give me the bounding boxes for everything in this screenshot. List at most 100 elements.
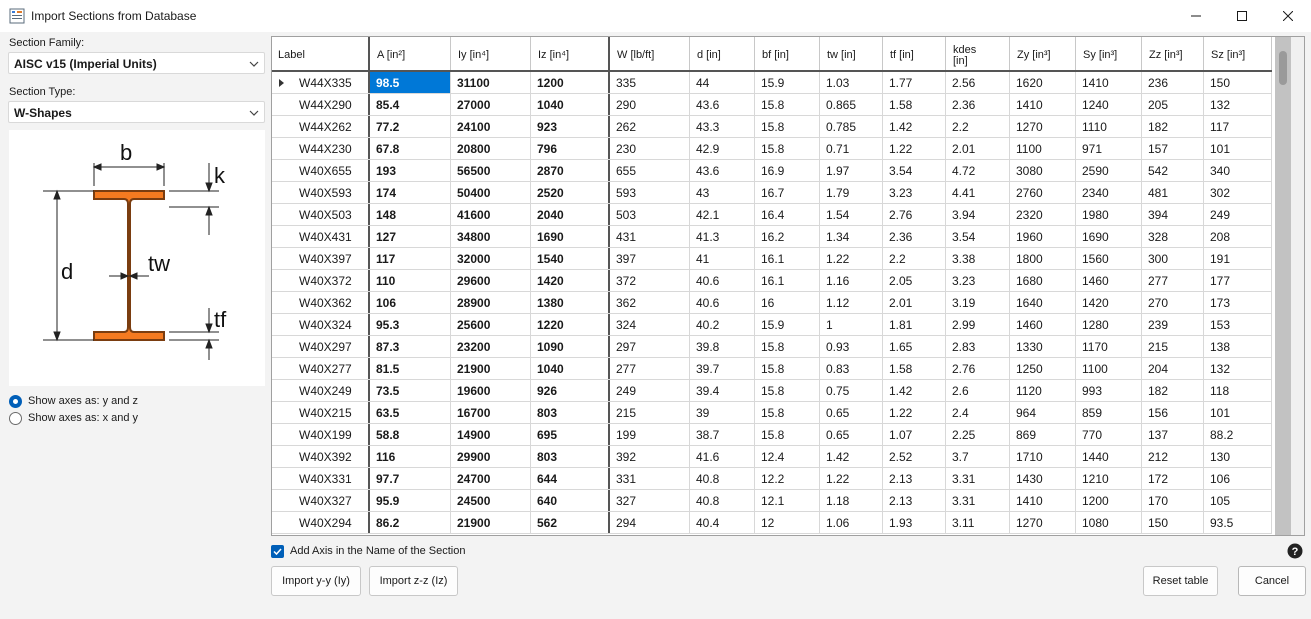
table-cell[interactable]: 249 — [610, 380, 690, 401]
table-cell-label[interactable]: W40X277 — [272, 358, 370, 379]
table-cell[interactable]: 300 — [1142, 248, 1204, 269]
table-body[interactable]: W44X335 98.5 31100 1200 335 44 15.9 1.03 1.77 2.5… — [272, 72, 1272, 534]
table-cell[interactable]: 2.05 — [883, 270, 946, 291]
table-cell[interactable]: 1680 — [1010, 270, 1076, 291]
table-cell[interactable]: 1.81 — [883, 314, 946, 335]
axes-option-yz[interactable]: Show axes as: y and z — [9, 393, 138, 409]
table-cell[interactable]: 29900 — [451, 446, 531, 467]
table-cell[interactable]: 15.8 — [755, 358, 820, 379]
table-cell[interactable]: 42.9 — [690, 138, 755, 159]
minimize-button[interactable] — [1173, 0, 1219, 32]
table-cell[interactable]: 43.6 — [690, 94, 755, 115]
table-cell[interactable]: 1.58 — [883, 94, 946, 115]
table-cell[interactable]: 2.13 — [883, 490, 946, 511]
table-cell[interactable]: 1.22 — [820, 468, 883, 489]
table-row[interactable]: W40X392 116 29900 803 392 41.6 12.4 1.42 2.52 3.7… — [272, 446, 1272, 468]
table-cell[interactable]: 148 — [370, 204, 451, 225]
table-cell[interactable]: 12 — [755, 512, 820, 533]
table-cell[interactable]: 63.5 — [370, 402, 451, 423]
table-cell[interactable]: 32000 — [451, 248, 531, 269]
table-cell[interactable]: 1690 — [531, 226, 610, 247]
import-yy-button[interactable]: Import y-y (Iy) — [271, 566, 361, 596]
table-cell[interactable]: 40.2 — [690, 314, 755, 335]
table-cell[interactable]: 212 — [1142, 446, 1204, 467]
table-cell-label[interactable]: W40X324 — [272, 314, 370, 335]
table-cell[interactable]: 118 — [1204, 380, 1272, 401]
table-cell[interactable]: 15.9 — [755, 72, 820, 93]
table-cell[interactable]: 1440 — [1076, 446, 1142, 467]
table-cell[interactable]: 2.36 — [883, 226, 946, 247]
table-cell[interactable]: 1200 — [1076, 490, 1142, 511]
table-cell[interactable]: 1.93 — [883, 512, 946, 533]
table-cell[interactable]: 431 — [610, 226, 690, 247]
axes-option-xy[interactable]: Show axes as: x and y — [9, 410, 138, 426]
table-cell[interactable]: 93.5 — [1204, 512, 1272, 533]
table-cell[interactable]: 1.22 — [820, 248, 883, 269]
table-row[interactable]: W40X297 87.3 23200 1090 297 39.8 15.8 0.93 1.65 2… — [272, 336, 1272, 358]
table-cell[interactable]: 1.06 — [820, 512, 883, 533]
table-cell[interactable]: 1200 — [531, 72, 610, 93]
table-cell[interactable]: 215 — [610, 402, 690, 423]
table-cell-label[interactable]: W44X290 — [272, 94, 370, 115]
table-row[interactable]: W40X249 73.5 19600 926 249 39.4 15.8 0.75 1.42 2.… — [272, 380, 1272, 402]
table-cell[interactable]: 277 — [610, 358, 690, 379]
table-cell[interactable]: 324 — [610, 314, 690, 335]
table-cell-label[interactable]: W40X331 — [272, 468, 370, 489]
column-header[interactable]: Zz [in³] — [1142, 37, 1204, 70]
table-cell[interactable]: 16.4 — [755, 204, 820, 225]
table-cell[interactable]: 803 — [531, 446, 610, 467]
table-row[interactable]: W40X593 174 50400 2520 593 43 16.7 1.79 3.23 4.41… — [272, 182, 1272, 204]
table-cell[interactable]: 15.9 — [755, 314, 820, 335]
table-cell[interactable]: 56500 — [451, 160, 531, 181]
table-cell[interactable]: 1.42 — [883, 380, 946, 401]
table-row[interactable]: W40X199 58.8 14900 695 199 38.7 15.8 0.65 1.07 2.… — [272, 424, 1272, 446]
table-cell[interactable]: 770 — [1076, 424, 1142, 445]
table-cell[interactable]: 20800 — [451, 138, 531, 159]
import-zz-button[interactable]: Import z-z (Iz) — [369, 566, 458, 596]
table-cell[interactable]: 31100 — [451, 72, 531, 93]
table-cell-label[interactable]: W40X397 — [272, 248, 370, 269]
table-cell[interactable]: 249 — [1204, 204, 1272, 225]
table-cell[interactable]: 1270 — [1010, 116, 1076, 137]
column-header[interactable]: bf [in] — [755, 37, 820, 70]
table-cell[interactable]: 1.97 — [820, 160, 883, 181]
table-cell-label[interactable]: W40X655 — [272, 160, 370, 181]
table-cell[interactable]: 24700 — [451, 468, 531, 489]
table-cell[interactable]: 1.77 — [883, 72, 946, 93]
table-cell[interactable]: 1270 — [1010, 512, 1076, 533]
table-cell[interactable]: 503 — [610, 204, 690, 225]
table-cell[interactable]: 331 — [610, 468, 690, 489]
table-cell[interactable]: 12.1 — [755, 490, 820, 511]
table-row[interactable]: W40X277 81.5 21900 1040 277 39.7 15.8 0.83 1.58 2… — [272, 358, 1272, 380]
table-cell[interactable]: 1.79 — [820, 182, 883, 203]
table-cell[interactable]: 137 — [1142, 424, 1204, 445]
table-cell[interactable]: 2320 — [1010, 204, 1076, 225]
table-cell[interactable]: 1410 — [1010, 490, 1076, 511]
table-cell-label[interactable]: W44X335 — [272, 72, 370, 93]
reset-table-button[interactable]: Reset table — [1143, 566, 1218, 596]
table-cell[interactable]: 16.1 — [755, 270, 820, 291]
close-button[interactable] — [1265, 0, 1311, 32]
table-cell[interactable]: 3.7 — [946, 446, 1010, 467]
column-header[interactable]: Zy [in³] — [1010, 37, 1076, 70]
table-row[interactable]: W40X327 95.9 24500 640 327 40.8 12.1 1.18 2.13 3.… — [272, 490, 1272, 512]
table-cell[interactable]: 2.36 — [946, 94, 1010, 115]
table-cell[interactable]: 132 — [1204, 94, 1272, 115]
table-cell[interactable]: 14900 — [451, 424, 531, 445]
table-cell-label[interactable]: W40X294 — [272, 512, 370, 533]
table-cell[interactable]: 98.5 — [370, 72, 451, 93]
table-cell[interactable]: 230 — [610, 138, 690, 159]
table-cell[interactable]: 86.2 — [370, 512, 451, 533]
table-cell[interactable]: 397 — [610, 248, 690, 269]
table-cell[interactable]: 0.65 — [820, 402, 883, 423]
table-cell[interactable]: 869 — [1010, 424, 1076, 445]
table-cell-label[interactable]: W40X297 — [272, 336, 370, 357]
table-cell[interactable]: 262 — [610, 116, 690, 137]
table-row[interactable]: W40X294 86.2 21900 562 294 40.4 12 1.06 1.93 3.11… — [272, 512, 1272, 534]
table-cell[interactable]: 3.94 — [946, 204, 1010, 225]
table-cell[interactable]: 1040 — [531, 94, 610, 115]
table-cell[interactable]: 38.7 — [690, 424, 755, 445]
table-row[interactable]: W40X372 110 29600 1420 372 40.6 16.1 1.16 2.05 3.… — [272, 270, 1272, 292]
table-cell[interactable]: 1090 — [531, 336, 610, 357]
table-cell[interactable]: 172 — [1142, 468, 1204, 489]
